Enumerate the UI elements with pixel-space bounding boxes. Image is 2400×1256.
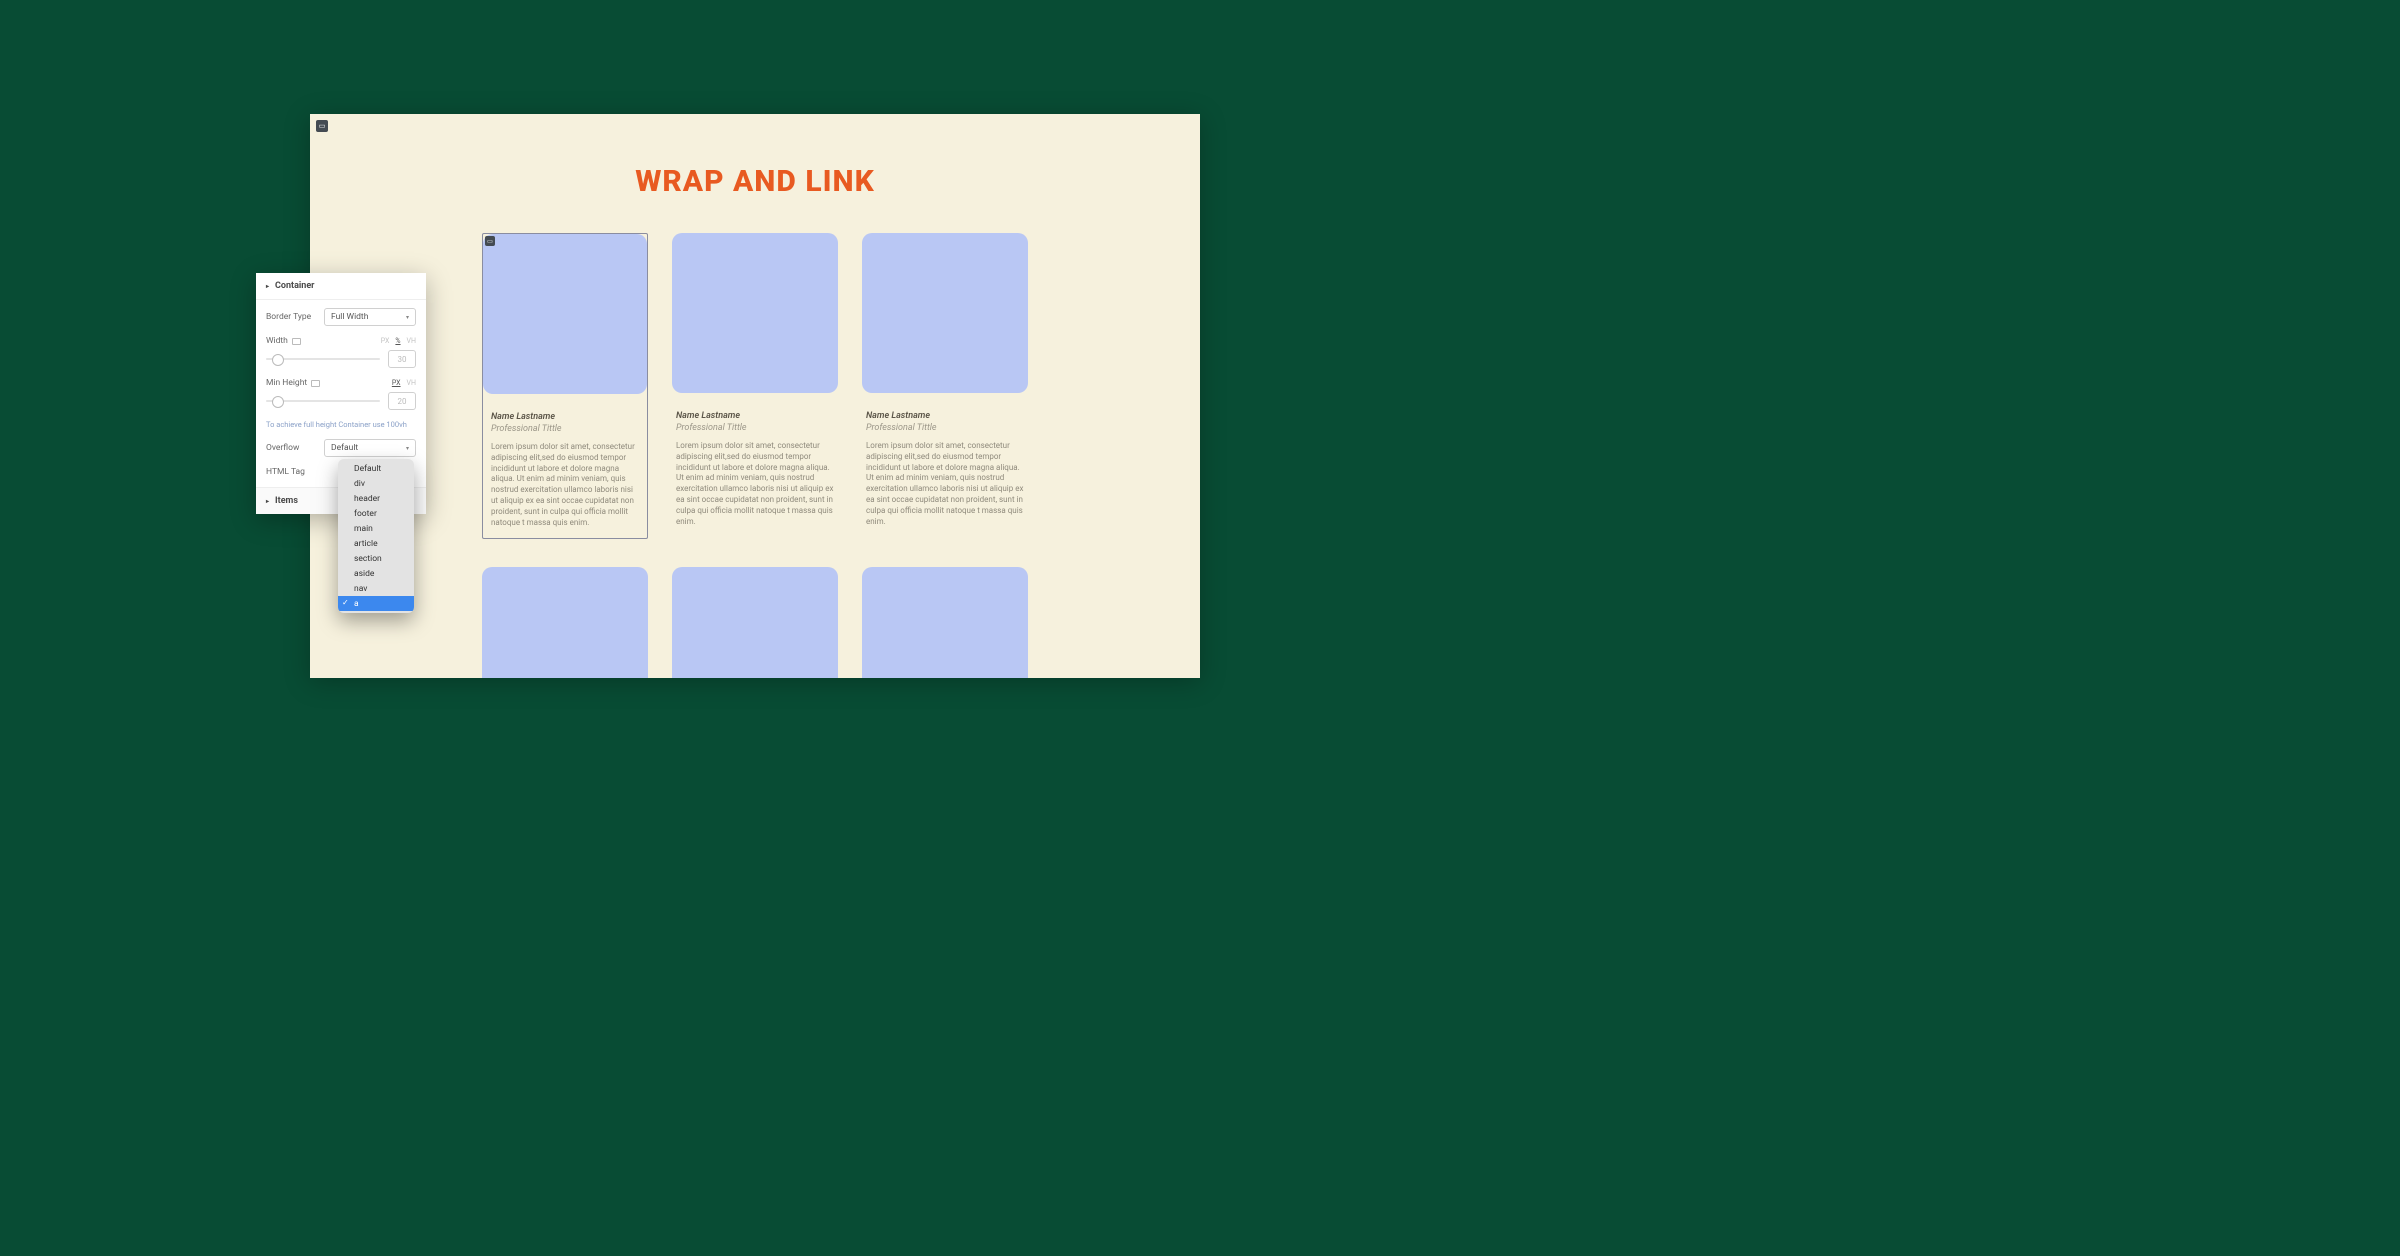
card-title: Professional Tittle — [676, 423, 834, 433]
dropdown-option-section[interactable]: section — [338, 551, 414, 566]
responsive-icon[interactable] — [311, 380, 320, 387]
card-item[interactable] — [482, 567, 648, 678]
dropdown-option-a[interactable]: a — [338, 596, 414, 611]
dropdown-option-article[interactable]: article — [338, 536, 414, 551]
html-tag-label: HTML Tag — [266, 467, 324, 477]
dropdown-option-aside[interactable]: aside — [338, 566, 414, 581]
card-meta: Name Lastname Professional Tittle Lorem … — [672, 393, 838, 527]
dropdown-option-div[interactable]: div — [338, 476, 414, 491]
width-slider[interactable] — [266, 358, 380, 360]
items-label: Items — [275, 496, 298, 506]
unit-pct[interactable]: % — [395, 337, 400, 345]
card-description: Lorem ipsum dolor sit amet, consectetur … — [866, 441, 1024, 527]
unit-px[interactable]: PX — [381, 337, 390, 345]
min-height-units[interactable]: PX VH — [392, 379, 416, 387]
responsive-icon[interactable] — [292, 338, 301, 345]
width-row: Width PX % VH 30 — [266, 336, 416, 368]
chevron-right-icon: ▸ — [266, 498, 269, 505]
dropdown-option-footer[interactable]: footer — [338, 506, 414, 521]
panel-section-container[interactable]: ▸ Container — [256, 273, 426, 300]
card-thumbnail — [862, 567, 1028, 678]
card-thumbnail — [672, 233, 838, 393]
border-type-select[interactable]: Full Width ▾ — [324, 308, 416, 326]
width-input[interactable]: 30 — [388, 350, 416, 368]
min-height-slider[interactable] — [266, 400, 380, 402]
html-tag-dropdown[interactable]: Default div header footer main article s… — [338, 459, 414, 613]
border-type-label: Border Type — [266, 312, 324, 322]
page-title: WRAP AND LINK — [310, 114, 1200, 233]
card-title: Professional Tittle — [866, 423, 1024, 433]
card-thumbnail — [482, 567, 648, 678]
panel-section-title: Container — [275, 281, 314, 291]
min-height-row: Min Height PX VH 20 — [266, 378, 416, 410]
border-type-value: Full Width — [331, 312, 368, 322]
card-thumbnail — [672, 567, 838, 678]
card-name: Name Lastname — [676, 411, 834, 421]
card-description: Lorem ipsum dolor sit amet, consectetur … — [676, 441, 834, 527]
overflow-select[interactable]: Default ▾ — [324, 439, 416, 457]
overflow-row: Overflow Default ▾ — [266, 439, 416, 457]
dropdown-option-header[interactable]: header — [338, 491, 414, 506]
card-description: Lorem ipsum dolor sit amet, consectetur … — [491, 442, 639, 528]
unit-px[interactable]: PX — [392, 379, 401, 387]
chevron-right-icon: ▸ — [266, 283, 269, 290]
overflow-value: Default — [331, 443, 358, 453]
card-thumbnail — [862, 233, 1028, 393]
card-item[interactable] — [862, 567, 1028, 678]
card-name: Name Lastname — [491, 412, 639, 422]
unit-vh[interactable]: VH — [407, 379, 416, 387]
section-handle-icon[interactable]: ▭ — [316, 120, 328, 132]
dropdown-option-nav[interactable]: nav — [338, 581, 414, 596]
chevron-down-icon: ▾ — [406, 445, 409, 452]
dropdown-option-main[interactable]: main — [338, 521, 414, 536]
card-item[interactable]: ▭ Name Lastname Professional Tittle Lore… — [482, 233, 648, 539]
min-height-input[interactable]: 20 — [388, 392, 416, 410]
width-units[interactable]: PX % VH — [381, 337, 416, 345]
border-type-row: Border Type Full Width ▾ — [266, 308, 416, 326]
card-thumbnail — [483, 234, 647, 394]
container-handle-icon[interactable]: ▭ — [485, 236, 495, 246]
editor-canvas: ▭ WRAP AND LINK ▭ Name Lastname Professi… — [310, 114, 1200, 678]
card-title: Professional Tittle — [491, 424, 639, 434]
chevron-down-icon: ▾ — [406, 314, 409, 321]
card-item[interactable]: Name Lastname Professional Tittle Lorem … — [862, 233, 1028, 539]
unit-vh[interactable]: VH — [407, 337, 416, 345]
card-item[interactable] — [672, 567, 838, 678]
card-meta: Name Lastname Professional Tittle Lorem … — [862, 393, 1028, 527]
overflow-label: Overflow — [266, 443, 324, 453]
card-item[interactable]: Name Lastname Professional Tittle Lorem … — [672, 233, 838, 539]
card-name: Name Lastname — [866, 411, 1024, 421]
min-height-label: Min Height — [266, 378, 320, 388]
width-label: Width — [266, 336, 301, 346]
card-meta: Name Lastname Professional Tittle Lorem … — [483, 394, 647, 538]
min-height-hint: To achieve full height Container use 100… — [266, 420, 416, 429]
card-grid: ▭ Name Lastname Professional Tittle Lore… — [310, 233, 1200, 678]
dropdown-option-default[interactable]: Default — [338, 461, 414, 476]
